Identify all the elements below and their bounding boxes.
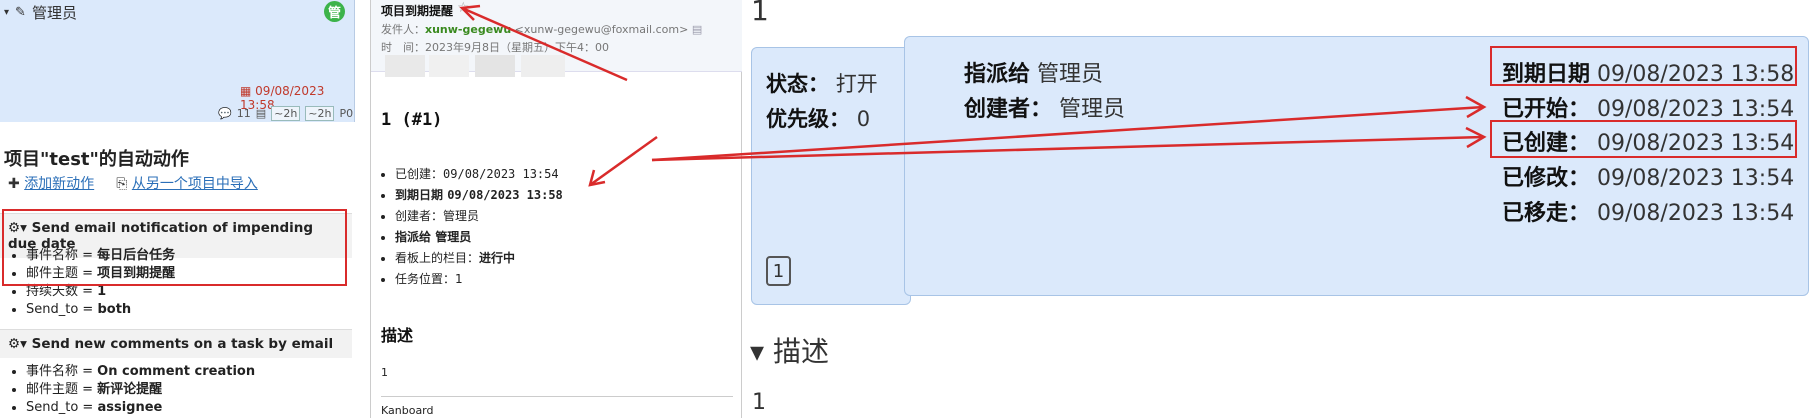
task-card[interactable]: ▾ ✎ 管理员 管 ▦ 09/08/2023 13:58 💬 11 ▤ ~2h …	[0, 0, 355, 122]
email-footer: Kanboard	[381, 404, 434, 417]
chevron-down-icon[interactable]: ▾	[4, 7, 9, 18]
moved-row: 已移走： 09/08/2023 13:54	[1502, 201, 1795, 226]
highlight-box	[2, 209, 347, 286]
spent-badge: ~2h	[305, 106, 335, 121]
copy-icon: ⎘	[116, 176, 128, 192]
file-icon[interactable]: ▤	[256, 107, 266, 120]
divider	[381, 396, 733, 397]
list-item: 邮件主题 = 新评论提醒	[26, 381, 255, 399]
status-row: 状态： 打开	[766, 72, 878, 96]
assignee-label: 管理员	[31, 4, 77, 22]
page-title: 项目"test"的自动动作	[4, 149, 189, 170]
redacted-block	[429, 55, 469, 77]
list-item: 看板上的栏目：进行中	[395, 248, 563, 269]
comment-icon[interactable]: 💬	[218, 107, 232, 120]
description-title: 描述	[381, 326, 414, 345]
add-action-link[interactable]: 添加新动作	[24, 176, 94, 192]
sender-address: <xunw-gegewu@foxmail.com>	[514, 23, 689, 36]
sender-name[interactable]: xunw-gegewu	[425, 23, 511, 36]
modified-row: 已修改： 09/08/2023 13:54	[1502, 166, 1795, 191]
list-item: 指派给 管理员	[395, 227, 563, 248]
plus-icon: ✚	[8, 176, 20, 192]
started-row: 已开始： 09/08/2023 13:54	[1502, 97, 1795, 122]
email-time: 时 间：2023年9月8日（星期五）下午4：00	[381, 41, 609, 54]
assignee-row: 指派给 管理员	[964, 62, 1104, 87]
avatar: 管	[324, 1, 345, 22]
priority-badge: P0	[339, 107, 354, 120]
priority-row: 优先级： 0	[766, 107, 871, 131]
email-task-details: 已创建：09/08/2023 13:54 到期日期 09/08/2023 13:…	[395, 164, 563, 290]
task-meta: 💬 11 ▤ ~2h ~2h P0	[218, 106, 353, 121]
action-params-comments: 事件名称 = On comment creation 邮件主题 = 新评论提醒 …	[26, 363, 255, 417]
email-from: 发件人：xunw-gegewu <xunw-gegewu@foxmail.com…	[381, 23, 703, 36]
redacted-block	[521, 55, 565, 77]
creator-row: 创建者： 管理员	[964, 97, 1126, 122]
list-item: 事件名称 = On comment creation	[26, 363, 255, 381]
list-item: Send_to = assignee	[26, 399, 255, 417]
star-icon[interactable]: ☆	[457, 0, 470, 16]
list-item: Send_to = both	[26, 301, 175, 319]
list-item: 任务位置：1	[395, 269, 563, 290]
list-item: 到期日期 09/08/2023 13:58	[395, 185, 563, 206]
background-text	[355, 118, 365, 130]
redacted-block	[385, 55, 425, 77]
position-badge: 1	[766, 256, 791, 286]
edit-icon[interactable]: ✎	[15, 5, 26, 20]
highlight-box	[1490, 46, 1797, 86]
task-number: 1	[751, 0, 769, 27]
description-toggle[interactable]: ▾ 描述	[750, 330, 829, 370]
contact-card-icon[interactable]: ▤	[692, 23, 702, 36]
email-header: 项目到期提醒 ☆ 发件人：xunw-gegewu <xunw-gegewu@fo…	[371, 0, 743, 77]
email-task-heading: 1 (#1)	[381, 110, 443, 130]
description-body: 1	[381, 366, 388, 379]
email-view: 项目到期提醒 ☆ 发件人：xunw-gegewu <xunw-gegewu@fo…	[370, 0, 743, 418]
highlight-box	[1490, 120, 1797, 158]
description-body: 1	[752, 390, 766, 415]
calendar-icon: ▦	[240, 84, 252, 98]
action-section-comments[interactable]: ⚙▾ Send new comments on a task by email	[0, 329, 352, 358]
list-item: 创建者：管理员	[395, 206, 563, 227]
gear-icon[interactable]: ⚙▾	[8, 336, 27, 352]
action-links: ✚ 添加新动作 ⎘ 从另一个项目中导入	[8, 173, 258, 193]
email-subject: 项目到期提醒	[381, 4, 454, 18]
comment-count: 11	[236, 107, 251, 120]
task-summary-panel: 1 状态： 打开 优先级： 0 1 ▾ 描述 1	[742, 0, 911, 418]
list-item: 已创建：09/08/2023 13:54	[395, 164, 563, 185]
task-card-header: ▾ ✎ 管理员	[4, 2, 77, 23]
estimate-badge: ~2h	[271, 106, 301, 121]
import-action-link[interactable]: 从另一个项目中导入	[132, 176, 258, 192]
redacted-block	[475, 55, 515, 77]
